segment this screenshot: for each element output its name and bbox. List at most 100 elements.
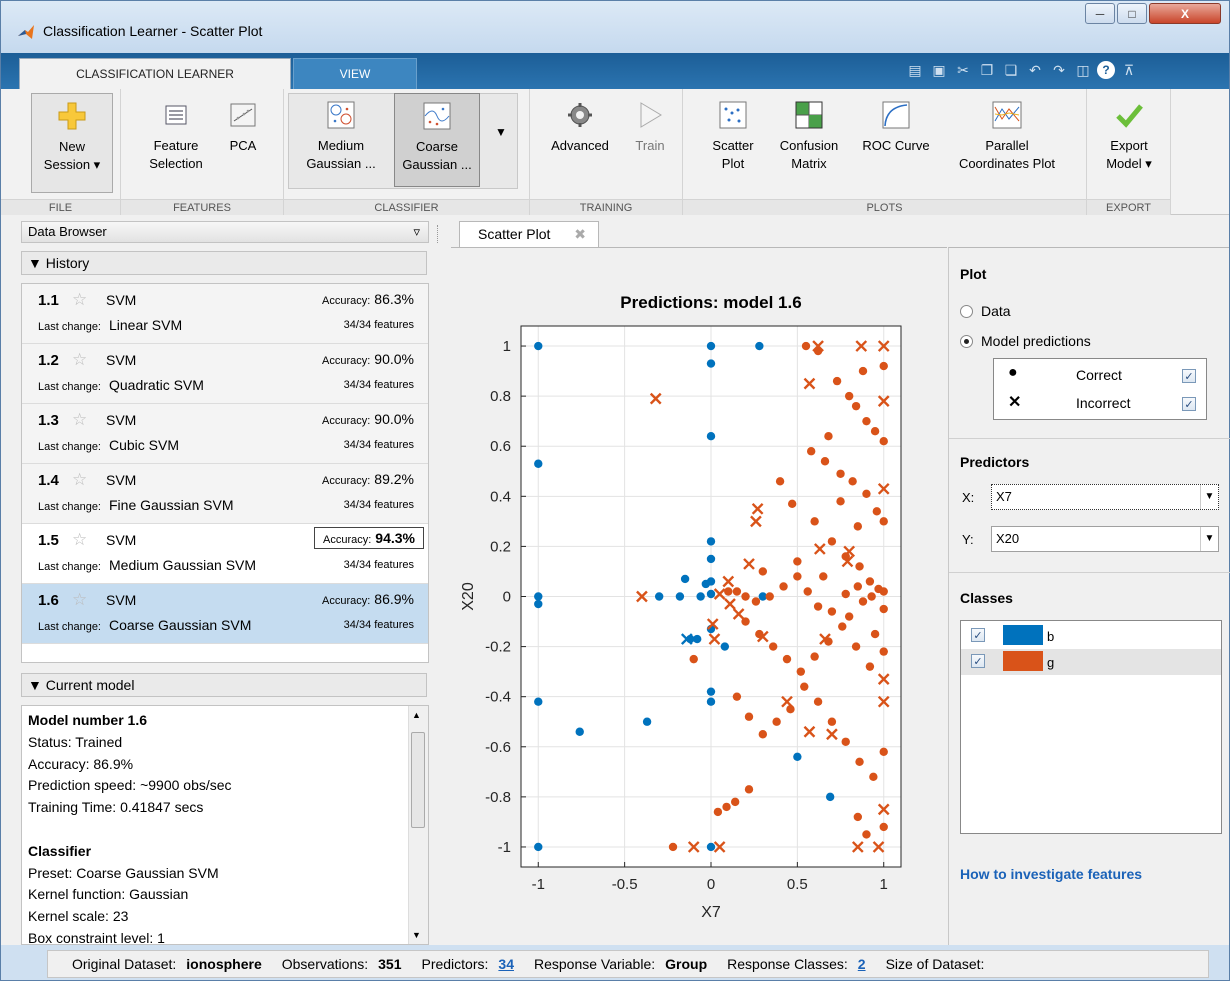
- point-b-correct: [680, 574, 690, 584]
- favorite-star-icon[interactable]: ☆: [72, 290, 87, 310]
- favorite-star-icon[interactable]: ☆: [72, 410, 87, 430]
- response-variable-value: Group: [665, 956, 708, 972]
- classifier-gallery-expand-icon[interactable]: ▼: [490, 125, 512, 147]
- point-g-correct: [800, 682, 809, 691]
- how-to-investigate-features-link[interactable]: How to investigate features: [960, 866, 1142, 882]
- coarse-gaussian-svm-button[interactable]: Coarse Gaussian ...: [394, 93, 480, 187]
- current-model-section-header[interactable]: ▼ Current model: [21, 673, 427, 697]
- history-item-1-3[interactable]: 1.3 ☆ SVM Accuracy: 90.0% Last change: Cub…: [22, 404, 428, 464]
- matlab-logo-icon: [18, 25, 34, 39]
- model-number: 1.3: [38, 412, 59, 429]
- copy-icon[interactable]: ❐: [977, 60, 997, 80]
- advanced-button[interactable]: Advanced: [542, 99, 618, 155]
- collapse-ribbon-icon[interactable]: ⊼: [1119, 60, 1139, 80]
- y-tick-label: -0.2: [485, 639, 511, 656]
- save-icon[interactable]: ▣: [929, 60, 949, 80]
- y-predictor-dropdown[interactable]: X20 ▼: [991, 526, 1219, 552]
- incorrect-checkbox[interactable]: ✓: [1182, 397, 1196, 411]
- model-type: SVM: [106, 412, 137, 428]
- point-g-correct: [844, 391, 854, 401]
- close-tab-icon[interactable]: ✖: [574, 222, 586, 246]
- layout-icon[interactable]: ▤: [905, 60, 925, 80]
- point-g-correct: [806, 447, 816, 456]
- scatter-plot-label: Scatter Plot: [712, 138, 754, 171]
- tab-view[interactable]: VIEW: [293, 58, 417, 89]
- class-row-b[interactable]: ✓ b: [961, 623, 1221, 649]
- roc-curve-button[interactable]: ROC Curve: [851, 99, 941, 155]
- point-g-correct: [853, 522, 863, 531]
- history-item-1-2[interactable]: 1.2 ☆ SVM Accuracy: 90.0% Last change: Qua…: [22, 344, 428, 404]
- splitter-handle[interactable]: [437, 225, 439, 243]
- help-icon[interactable]: ?: [1097, 61, 1115, 79]
- original-dataset-label: Original Dataset:: [72, 956, 177, 972]
- parallel-coordinates-button[interactable]: Parallel Coordinates Plot: [945, 99, 1069, 173]
- history-item-1-1[interactable]: 1.1 ☆ SVM Accuracy: 86.3% Last change: Lin…: [22, 284, 428, 344]
- point-g-correct: [744, 785, 754, 794]
- class-b-checkbox[interactable]: ✓: [971, 628, 985, 642]
- vertical-scrollbar[interactable]: ▲ ▼: [408, 706, 428, 944]
- scatter-plot-button[interactable]: Scatter Plot: [697, 99, 769, 173]
- accuracy-value: 86.9%: [374, 591, 414, 607]
- favorite-star-icon[interactable]: ☆: [72, 350, 87, 370]
- response-classes-link[interactable]: 2: [858, 956, 866, 972]
- undo-icon[interactable]: ↶: [1025, 60, 1045, 80]
- favorite-star-icon[interactable]: ☆: [72, 590, 87, 610]
- x-tick-label: 0.5: [787, 876, 808, 893]
- last-change-value: Coarse Gaussian SVM: [109, 617, 252, 633]
- class-g-checkbox[interactable]: ✓: [971, 654, 985, 668]
- y-tick-label: -0.4: [485, 689, 511, 706]
- point-b-correct: [706, 554, 716, 564]
- close-window-button[interactable]: X: [1149, 3, 1221, 24]
- history-section-header[interactable]: ▼ History: [21, 251, 427, 275]
- scroll-up-icon[interactable]: ▲: [412, 710, 421, 720]
- accuracy-label: Accuracy:: [322, 595, 371, 607]
- paste-icon[interactable]: ❏: [1001, 60, 1021, 80]
- classes-list: ✓ b ✓ g: [960, 620, 1222, 834]
- model-type: SVM: [106, 352, 137, 368]
- train-button[interactable]: Train: [626, 99, 674, 155]
- scroll-thumb[interactable]: [411, 732, 425, 828]
- model-predictions-radio[interactable]: Model predictions: [960, 333, 1091, 349]
- class-b-color-swatch[interactable]: [1003, 625, 1043, 645]
- correct-checkbox[interactable]: ✓: [1182, 369, 1196, 383]
- point-g-correct: [782, 654, 792, 664]
- export-model-button[interactable]: Export Model ▾: [1093, 99, 1165, 173]
- data-radio[interactable]: Data: [960, 303, 1011, 319]
- history-list: 1.1 ☆ SVM Accuracy: 86.3% Last change: Lin…: [21, 283, 429, 663]
- maximize-button[interactable]: □: [1117, 3, 1147, 24]
- redo-icon[interactable]: ↷: [1049, 60, 1069, 80]
- feature-selection-button[interactable]: Feature Selection: [141, 99, 211, 173]
- feature-count: 34/34 features: [343, 439, 414, 451]
- cut-icon[interactable]: ✂: [953, 60, 973, 80]
- class-row-g[interactable]: ✓ g: [961, 649, 1221, 675]
- medium-gaussian-svm-button[interactable]: Medium Gaussian ...: [298, 99, 384, 173]
- point-g-correct: [827, 607, 837, 616]
- collapse-triangle-icon: ▼: [28, 255, 42, 271]
- y-axis-title: X20: [460, 582, 477, 611]
- class-g-color-swatch[interactable]: [1003, 651, 1043, 671]
- point-g-correct: [879, 517, 888, 526]
- history-item-1-6[interactable]: 1.6 ☆ SVM Accuracy: 86.9% Last change: Coa…: [22, 584, 428, 644]
- point-g-correct: [724, 587, 733, 596]
- history-item-1-4[interactable]: 1.4 ☆ SVM Accuracy: 89.2% Last change: Fin…: [22, 464, 428, 524]
- new-session-button[interactable]: New Session ▾: [31, 93, 113, 193]
- history-item-1-5[interactable]: 1.5 ☆ SVM Accuracy: 94.3% Last change: Med…: [22, 524, 428, 584]
- x-predictor-dropdown[interactable]: X7 ▼: [991, 484, 1219, 510]
- divider: [949, 572, 1230, 573]
- last-change-value: Fine Gaussian SVM: [109, 497, 234, 513]
- panel-menu-icon[interactable]: ▿: [413, 222, 420, 242]
- point-b-correct: [675, 592, 685, 601]
- pca-button[interactable]: PCA: [221, 99, 265, 155]
- marker-legend: ● Correct ✓ ✕ Incorrect ✓: [993, 358, 1207, 420]
- tab-scatter-plot[interactable]: Scatter Plot ✖: [459, 221, 599, 247]
- predictors-count-link[interactable]: 34: [498, 956, 514, 972]
- window-switch-icon[interactable]: ◫: [1073, 60, 1093, 80]
- favorite-star-icon[interactable]: ☆: [72, 470, 87, 490]
- classifier-heading: Classifier: [28, 842, 92, 859]
- tab-classification-learner[interactable]: CLASSIFICATION LEARNER: [19, 58, 291, 89]
- minimize-button[interactable]: ─: [1085, 3, 1115, 24]
- favorite-star-icon[interactable]: ☆: [72, 530, 87, 550]
- scatter-chart[interactable]: -1 -0.5 0 0.5 1 1 0.8 0.6 0.4 0.2 0 -0.2 -0.4 -0.6 -0.…: [451, 248, 947, 946]
- scroll-down-icon[interactable]: ▼: [412, 930, 421, 940]
- confusion-matrix-button[interactable]: Confusion Matrix: [771, 99, 847, 173]
